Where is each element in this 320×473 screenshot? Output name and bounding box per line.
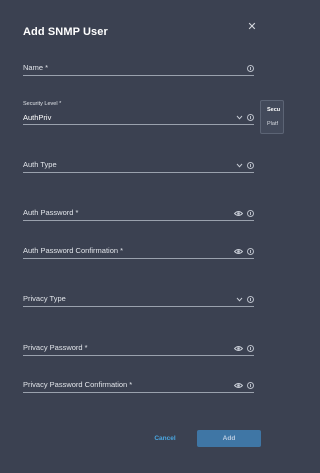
info-icon[interactable] bbox=[247, 382, 254, 389]
name-field[interactable]: Name * bbox=[23, 63, 254, 77]
auth-password-confirmation-underline bbox=[23, 258, 254, 259]
auth-type-underline bbox=[23, 172, 254, 173]
eye-icon[interactable] bbox=[234, 345, 243, 352]
privacy-password-confirmation-label: Privacy Password Confirmation * bbox=[23, 380, 133, 389]
auth-password-underline bbox=[23, 220, 254, 221]
eye-icon[interactable] bbox=[234, 248, 243, 255]
name-label: Name * bbox=[23, 63, 49, 72]
auth-type-select[interactable]: Auth Type bbox=[23, 160, 254, 174]
info-icon[interactable] bbox=[247, 210, 254, 217]
auth-password-confirmation-label: Auth Password Confirmation * bbox=[23, 246, 124, 255]
add-snmp-user-dialog: Add SNMP User ✕ Name * Security Level * … bbox=[0, 0, 284, 473]
privacy-type-label: Privacy Type bbox=[23, 294, 66, 303]
auth-password-label: Auth Password * bbox=[23, 208, 79, 217]
security-level-underline bbox=[23, 124, 254, 125]
privacy-password-label: Privacy Password * bbox=[23, 343, 88, 352]
eye-icon[interactable] bbox=[234, 382, 243, 389]
auth-type-label: Auth Type bbox=[23, 160, 57, 169]
info-icon[interactable] bbox=[247, 345, 254, 352]
privacy-password-confirmation-underline bbox=[23, 392, 254, 393]
info-icon[interactable] bbox=[247, 296, 254, 303]
info-icon[interactable] bbox=[247, 162, 254, 169]
privacy-type-select[interactable]: Privacy Type bbox=[23, 294, 254, 308]
privacy-password-underline bbox=[23, 355, 254, 356]
close-icon[interactable]: ✕ bbox=[246, 21, 258, 33]
tooltip-title: Secu bbox=[267, 107, 281, 113]
tooltip-text: Platf bbox=[267, 121, 279, 127]
chevron-down-icon[interactable] bbox=[236, 296, 243, 303]
info-icon[interactable] bbox=[247, 65, 254, 72]
auth-password-confirmation-field[interactable]: Auth Password Confirmation * bbox=[23, 246, 254, 260]
eye-icon[interactable] bbox=[234, 210, 243, 217]
security-level-select[interactable]: Security Level * AuthPriv bbox=[23, 101, 254, 126]
dialog-title: Add SNMP User bbox=[23, 26, 108, 38]
cancel-button[interactable]: Cancel bbox=[137, 430, 193, 447]
security-level-tooltip: Secu Platf bbox=[260, 100, 284, 134]
privacy-type-underline bbox=[23, 306, 254, 307]
chevron-down-icon[interactable] bbox=[236, 114, 243, 121]
privacy-password-field[interactable]: Privacy Password * bbox=[23, 343, 254, 357]
auth-password-field[interactable]: Auth Password * bbox=[23, 208, 254, 222]
chevron-down-icon[interactable] bbox=[236, 162, 243, 169]
security-level-label: Security Level * bbox=[23, 101, 62, 107]
add-button[interactable]: Add bbox=[197, 430, 261, 447]
privacy-password-confirmation-field[interactable]: Privacy Password Confirmation * bbox=[23, 380, 254, 394]
security-level-value: AuthPriv bbox=[23, 113, 52, 122]
info-icon[interactable] bbox=[247, 114, 254, 121]
name-underline bbox=[23, 75, 254, 76]
info-icon[interactable] bbox=[247, 248, 254, 255]
